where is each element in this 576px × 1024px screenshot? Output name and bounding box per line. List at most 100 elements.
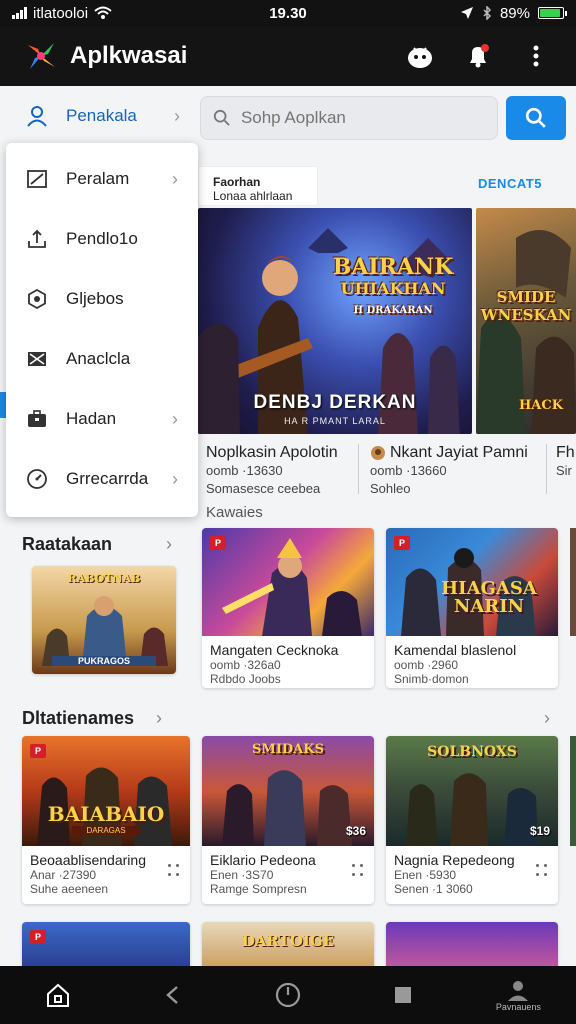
game-card[interactable]: P HIAGASA NARIN Kamendal blaslenol oomb … [386, 528, 558, 688]
more-dots-icon[interactable] [352, 864, 364, 878]
featured-tag-subtitle: Lonaa ahlrlaan [213, 189, 293, 203]
mascot-icon [408, 47, 432, 68]
chevron-right-icon: › [174, 105, 180, 126]
bell-icon [470, 44, 489, 68]
battery-percent: 89% [499, 4, 530, 22]
featured-item-meta: oomb ·13630 [206, 463, 283, 478]
nav-profile-label: Pavnauens [495, 1002, 541, 1012]
clock: 19.30 [269, 4, 307, 22]
card-price: $36 [345, 824, 366, 838]
featured-item-meta2: Somasesce ceebea [206, 481, 321, 496]
search-input[interactable] [240, 108, 485, 128]
banner-logo-line2: UHIAKHAN [340, 279, 446, 298]
game-card[interactable]: SMIDAKS $36 Eiklario Pedeona Enen ·3S70 … [202, 736, 374, 904]
banner-logo-line3: H DRAKARAN [353, 305, 433, 316]
featured-see-all-link[interactable]: DENCAT5 [478, 176, 542, 191]
nav-recents[interactable] [373, 966, 433, 1024]
carrier-label: itlatooloi [33, 4, 89, 22]
section-title[interactable]: Raatakaan [22, 534, 112, 555]
chevron-right-icon[interactable]: › [156, 708, 162, 729]
gauge-icon [27, 469, 47, 489]
card-meta: Anar ·27390 [30, 868, 97, 882]
menu-item-label: Gljebos [66, 289, 124, 308]
game-card[interactable]: P [22, 922, 190, 972]
featured-item-meta: Sir [556, 463, 572, 478]
featured-tag-title: Faorhan [213, 175, 261, 189]
menu-item-anaclcla[interactable]: Anaclcla [6, 329, 198, 389]
menu-item-hadan[interactable]: Hadan › [6, 389, 198, 449]
location-icon [460, 7, 473, 19]
game-card[interactable]: DARTOIGE [202, 922, 374, 972]
search-icon [525, 107, 546, 128]
back-arrow-icon [165, 986, 178, 1004]
account-menu-header[interactable]: Penakala › [8, 90, 198, 142]
nav-profile[interactable]: Pavnauens [488, 966, 548, 1024]
banner-logo-2: HACK [506, 398, 576, 413]
featured-item-title: Fh [556, 444, 575, 461]
search-box[interactable] [200, 96, 498, 140]
game-avatar-icon [371, 446, 385, 460]
card-title: Mangaten Cecknoka [210, 642, 339, 658]
menu-item-pendlo1o[interactable]: Pendlo1o [6, 209, 198, 269]
card-logo: SMIDAKS [252, 742, 324, 757]
featured-item-2-info[interactable]: Nkant Jayiat Pamni oomb ·13660 Sohleo [370, 444, 545, 498]
featured-item-1-info[interactable]: Noplkasin Apolotin oomb ·13630 Somasesce… [206, 444, 356, 498]
section-title[interactable]: Dltatienames [22, 708, 134, 729]
more-dots-icon[interactable] [168, 864, 180, 878]
nav-power[interactable] [258, 966, 318, 1024]
featured-item-meta: oomb ·13660 [370, 463, 447, 478]
menu-item-peralam[interactable]: Peralam › [6, 149, 198, 209]
featured-item-title: Nkant Jayiat Pamni [370, 444, 545, 462]
game-card[interactable]: SOLBNOXS $19 Nagnia Repedeong Enen ·5930… [386, 736, 558, 904]
card-peek [570, 736, 576, 846]
nav-home[interactable] [28, 966, 88, 1024]
game-card[interactable]: P BAIABAIO DARAGAS Beoaablisendaring Ana… [22, 736, 190, 904]
menu-item-label: Anaclcla [66, 349, 131, 368]
banner-subtitle-small: HA R PMANT LARAL [284, 416, 386, 426]
banner-logo-line2: WNESKAN [480, 306, 572, 324]
envelope-x-icon [28, 352, 46, 366]
card-image: SMIDAKS $36 [202, 736, 374, 846]
chevron-right-icon[interactable]: › [544, 708, 550, 729]
avatar-button[interactable] [402, 38, 438, 74]
square-icon [395, 987, 412, 1003]
card-logo: SOLBNOXS [427, 744, 517, 760]
card-logo: BAIABAIO [47, 802, 165, 826]
card-image: P HIAGASA NARIN [386, 528, 558, 636]
card-meta2: Rdbdo Joobs [210, 672, 281, 686]
power-icon [275, 982, 301, 1008]
more-options-button[interactable] [518, 38, 554, 74]
chevron-right-icon[interactable]: › [166, 534, 172, 555]
home-icon [46, 983, 69, 1007]
card-badge: P [30, 744, 46, 758]
game-card[interactable]: P Mangaten Cecknoka oomb ·326a0 Rdbdo Jo… [202, 528, 374, 688]
game-card[interactable] [386, 922, 558, 972]
featured-item-3-info[interactable]: Fh Sir [556, 444, 576, 480]
user-icon [27, 106, 47, 127]
menu-item-grrecarrda[interactable]: Grrecarrda › [6, 449, 198, 509]
card-title: Kamendal blaslenol [394, 642, 517, 658]
card-artwork [222, 538, 362, 636]
notifications-button[interactable] [460, 38, 496, 74]
section-subtitle: Kawaies [206, 504, 263, 521]
card-logo: DARTOIGE [241, 932, 335, 950]
menu-item-gljebos[interactable]: Gljebos [6, 269, 198, 329]
featured-item-meta2: Sohleo [370, 481, 411, 496]
featured-banner-1[interactable]: BAIRANK UHIAKHAN H DRAKARAN DENBJ DERKAN… [198, 208, 472, 434]
search-button[interactable] [506, 96, 566, 140]
briefcase-icon [28, 410, 46, 427]
card-meta: Enen ·3S70 [210, 868, 274, 882]
card-meta: Enen ·5930 [394, 868, 457, 882]
card-title: Nagnia Repedeong [394, 852, 515, 868]
card-meta: oomb ·2960 [394, 658, 459, 672]
featured-banner-2[interactable]: SMIDE WNESKAN HACK [476, 208, 576, 434]
more-dots-icon[interactable] [536, 864, 548, 878]
nav-back[interactable] [143, 966, 203, 1024]
card-logo-small: DARAGAS [72, 826, 140, 835]
banner-logo-line1: SMIDE [496, 288, 556, 306]
game-card-left[interactable]: RABOTNAB PUKRAGOS [32, 566, 176, 674]
card-meta2: Snimb·domon [394, 672, 469, 686]
square-slash-icon [27, 170, 47, 188]
banner-logo-line1: HACK [518, 398, 563, 413]
card-title: Beoaablisendaring [30, 852, 146, 868]
